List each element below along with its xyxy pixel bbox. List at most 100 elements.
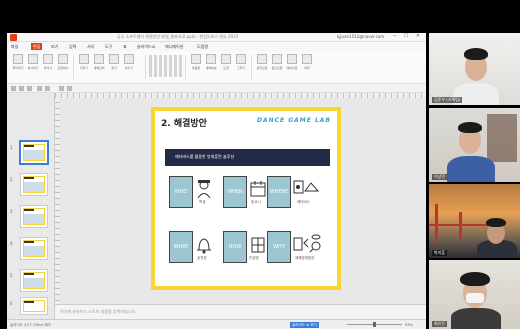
slide-notes-field[interactable]: 여기에 슬라이드 노트의 내용을 입력하십시오. [55,304,426,319]
redo-icon[interactable] [45,86,50,91]
slideshow-view-button[interactable]: 슬라이드 쇼 보기 [290,322,319,328]
user-account[interactable]: kjjuan1512@naver.com [337,34,384,39]
student-icon [195,179,213,199]
slide-brand-logo: DANCE GAME LAB [256,117,331,124]
slide-editing-canvas[interactable]: 2. 해결방안 DANCE GAME LAB 메타버스를 활용한 방재훈련 솔루… [55,93,426,319]
cell-label: HOW [228,244,242,250]
spellcheck-icon [191,54,201,64]
format-painter-button[interactable]: 모양복사 [56,54,70,74]
thumbnail-number: 1 [10,145,13,150]
menu-format[interactable]: 서식 [87,44,94,50]
replace-button[interactable]: 바꾸기 [122,54,136,74]
undo-icon[interactable] [37,86,42,91]
caption-who: 학생 [199,200,206,204]
menu-slideshow[interactable]: 슬라이드쇼 [137,44,155,50]
metaverse-icon [293,177,320,197]
video-participant-panel: 김준우 (기획팀) 이상민 박지훈 최유진 [426,33,520,329]
slide-thumbnail[interactable] [19,140,49,165]
thumb-title [24,209,34,211]
cell-when[interactable]: WHEN [223,176,247,208]
menu-insert[interactable]: 입력 [69,44,76,50]
cut-button[interactable]: 잘라내기 [11,54,25,74]
slide-thumbnail[interactable] [20,173,48,196]
thumb-content [24,182,44,192]
copy-icon [28,54,38,64]
menu-help[interactable]: 도움말 [197,44,208,50]
bold-icon[interactable] [67,86,72,91]
slide-title[interactable]: 2. 해결방안 [161,116,207,129]
participant-video[interactable]: 김준우 (기획팀) [429,33,520,105]
ribbon-separator [251,55,252,79]
cell-what[interactable]: WHAT [169,231,193,263]
training-icon [293,233,323,253]
open-icon[interactable] [19,86,24,91]
draw-button[interactable]: 그리기 [234,54,248,74]
quick-access-bar [7,84,426,93]
pointer-icon [94,54,104,64]
zoom-level[interactable]: 93% [405,323,413,327]
layout-button[interactable]: 레이아웃 [285,54,299,74]
new-icon[interactable] [11,86,16,91]
search-icon [109,54,119,64]
cell-who[interactable]: WHO [169,176,193,208]
cell-where[interactable]: WHERE [267,176,291,208]
erase-button[interactable]: 지우기 [77,54,91,74]
status-slide-info: 슬라이드 3/17 Office 테마 [10,323,51,327]
cell-how[interactable]: HOW [223,231,247,263]
window-controls[interactable]: ─ ☐ ✕ [393,33,423,39]
participant-hair [458,122,482,133]
thumbnail-number: 3 [10,209,13,214]
cell-label: WHERE [269,189,289,195]
thumb-content [24,214,44,224]
cell-why[interactable]: WHY [267,231,291,263]
app-logo-icon[interactable] [10,34,17,41]
clipboard-icon [43,54,53,64]
font-icon[interactable] [59,86,64,91]
participant-shirt [447,156,495,182]
current-slide[interactable]: 2. 해결방안 DANCE GAME LAB 메타버스를 활용한 방재훈련 솔루… [151,107,341,290]
shape-icon [221,54,231,64]
object-properties-button[interactable]: 개체속성 [204,54,218,74]
zoom-slider-handle[interactable] [373,322,376,327]
participant-video[interactable]: 최유진 [429,260,520,329]
participant-video[interactable]: 이상민 [429,108,520,182]
participant-name: 김준우 (기획팀) [432,97,463,103]
notes-placeholder: 여기에 슬라이드 노트의 내용을 입력하십시오. [60,309,137,314]
pencil-icon [236,54,246,64]
menu-animation[interactable]: 애니메이션 [165,44,183,50]
slide-thumbnail-panel: 1 2 3 4 5 6 [7,93,55,319]
save-icon[interactable] [27,86,32,91]
thumb-title [24,273,34,275]
menu-file[interactable]: 파일 [11,44,18,50]
layout-icon [287,54,297,64]
shape-gallery[interactable] [149,55,182,77]
caption-where: 메타버스 [297,200,310,204]
thumb-title [24,177,34,179]
spellcheck-button[interactable]: 맞춤법 [189,54,203,74]
slide-banner[interactable]: 메타버스를 활용한 방재훈련 솔루션 [165,149,330,166]
thumb-title [24,241,34,243]
caption-when: 등교시 [251,200,261,204]
char-format-button[interactable]: 글자모양 [255,54,269,74]
find-button[interactable]: 찾기 [107,54,121,74]
participant-video[interactable]: 박지훈 [429,184,520,258]
menu-table[interactable]: 표 [123,44,127,50]
slide-thumbnail[interactable] [20,205,48,228]
slide-thumbnail[interactable] [20,269,48,292]
shape-button[interactable]: 도형 [219,54,233,74]
menu-edit[interactable]: 편집 [31,43,43,50]
slide-thumbnail[interactable] [20,237,48,260]
paste-button[interactable]: 붙이기 [41,54,55,74]
participant-shirt [451,308,501,329]
select-object-button[interactable]: 개체선택 [92,54,106,74]
menu-view[interactable]: 보기 [51,44,58,50]
copy-button[interactable]: 복사하기 [26,54,40,74]
menu-tools[interactable]: 도구 [105,44,112,50]
eraser-icon [79,54,89,64]
paragraph-format-button[interactable]: 문단모양 [270,54,284,74]
slide-thumbnail[interactable] [20,297,48,315]
cell-label: WHEN [227,189,243,195]
thumb-content [24,246,44,256]
theme-button[interactable]: 테마 [300,54,314,74]
thumb-content [24,150,44,160]
